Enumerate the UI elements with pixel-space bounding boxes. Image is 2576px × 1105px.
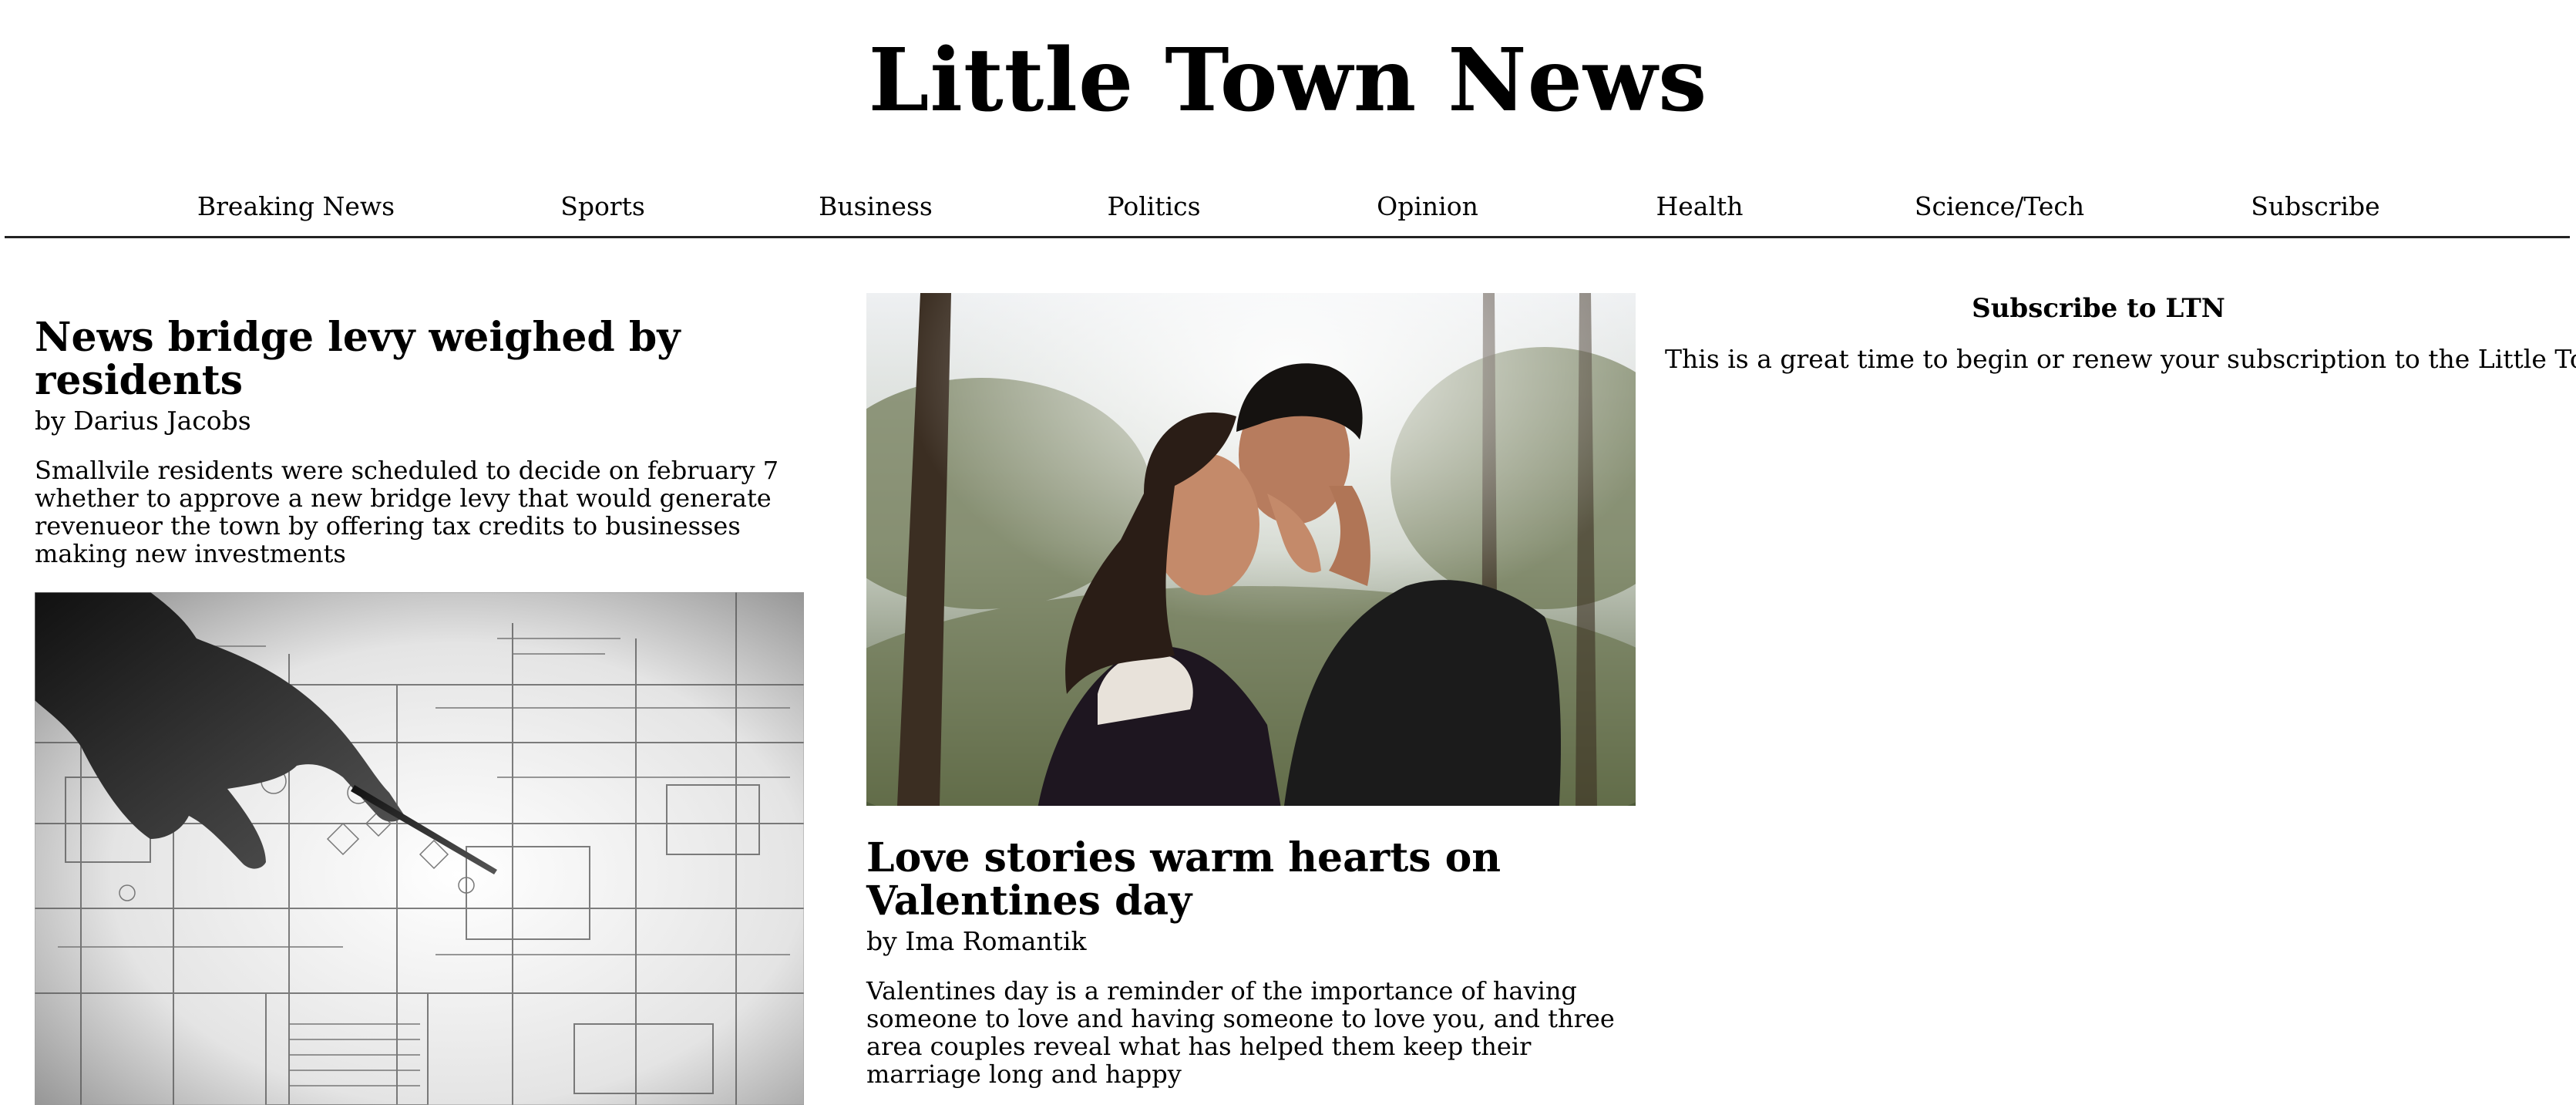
nav-item-politics[interactable]: Politics [1107, 190, 1200, 224]
article-byline: by Ima Romantik [866, 926, 1087, 956]
nav-item-science-tech[interactable]: Science/Tech [1915, 190, 2084, 224]
article-valentines: Love stories warm hearts on Valentines d… [866, 293, 1637, 1088]
nav-item-business[interactable]: Business [819, 190, 933, 224]
nav-item-subscribe[interactable]: Subscribe [2251, 190, 2379, 224]
masthead-title: Little Town News [868, 30, 1708, 131]
subscribe-sidebar: Subscribe to LTN This is a great time to… [1665, 293, 2576, 375]
article-byline: by Darius Jacobs [35, 406, 251, 436]
article-headline[interactable]: Love stories warm hearts on Valentines d… [866, 837, 1637, 923]
article-summary: Smallvile residents were scheduled to de… [35, 456, 779, 568]
subscribe-text: This is a great time to begin or renew y… [1665, 344, 2576, 374]
nav-item-sports[interactable]: Sports [560, 190, 645, 224]
article-bridge-levy: News bridge levy weighed by residents by… [35, 293, 805, 1105]
subscribe-title: Subscribe to LTN [1972, 293, 2225, 324]
nav-item-breaking-news[interactable]: Breaking News [197, 190, 395, 224]
article-summary: Valentines day is a reminder of the impo… [866, 976, 1615, 1089]
blueprint-photo[interactable] [35, 592, 804, 1105]
main-nav: Breaking News Sports Business Politics O… [5, 185, 2570, 238]
article-headline[interactable]: News bridge levy weighed by residents [35, 316, 805, 403]
nav-item-opinion[interactable]: Opinion [1377, 190, 1478, 224]
nav-item-health[interactable]: Health [1656, 190, 1743, 224]
couple-photo[interactable] [866, 293, 1636, 806]
